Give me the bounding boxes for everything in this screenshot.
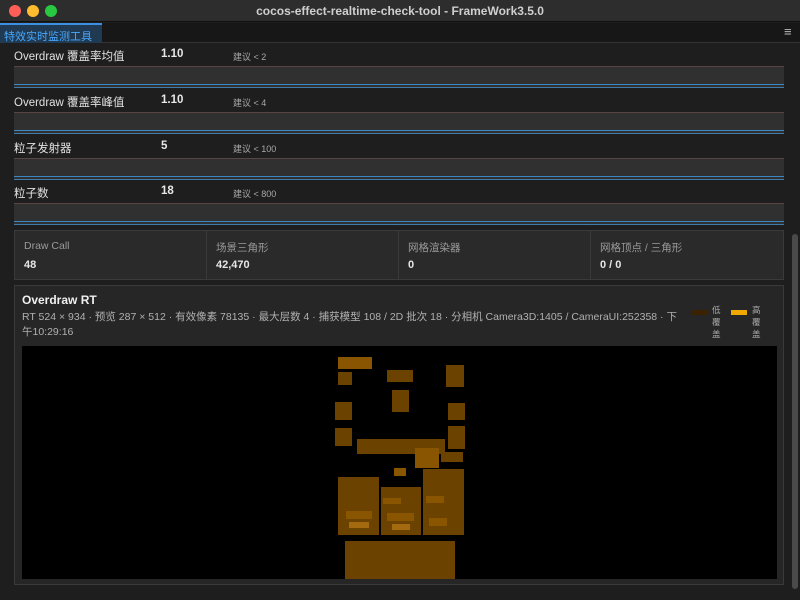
overdraw-block [392, 390, 409, 412]
overdraw-block [392, 524, 410, 530]
overdraw-block [448, 426, 465, 449]
tab-bar: 特效实时监测工具 ≡ [0, 23, 800, 43]
metric-overdraw-avg: Overdraw 覆盖率均值 1.10 建议 < 2 [14, 48, 784, 94]
overdraw-block [387, 513, 414, 521]
overdraw-block [394, 468, 406, 476]
metric-value: 1.10 [161, 48, 184, 60]
menu-icon[interactable]: ≡ [784, 25, 796, 39]
metric-value: 5 [161, 140, 168, 152]
metric-particle-count: 粒子数 18 建议 < 800 [14, 185, 784, 231]
stat-value: 0 [408, 259, 415, 271]
stat-mesh-renderers: 网格渲染器 0 [399, 231, 591, 279]
overdraw-block [338, 372, 352, 385]
metric-label: Overdraw 覆盖率峰值 [14, 97, 125, 109]
overdraw-rt-panel: Overdraw RT RT 524 × 934 · 预览 287 × 512 … [14, 285, 784, 585]
metric-label: Overdraw 覆盖率均值 [14, 51, 125, 63]
metric-hint: 建议 < 100 [233, 144, 277, 154]
overdraw-block [446, 365, 464, 387]
stat-draw-call: Draw Call 48 [15, 231, 207, 279]
overdraw-block [448, 403, 465, 420]
metric-overdraw-peak: Overdraw 覆盖率峰值 1.10 建议 < 4 [14, 94, 784, 140]
metric-hint: 建议 < 4 [233, 98, 267, 108]
stat-mesh-vertices: 网格顶点 / 三角形 0 / 0 [591, 231, 783, 279]
vertical-scrollbar[interactable] [792, 234, 798, 589]
legend-high-swatch [731, 310, 747, 315]
metric-graph [14, 158, 784, 180]
overdraw-block [387, 370, 413, 382]
overdraw-block [383, 498, 401, 504]
metric-hint: 建议 < 800 [233, 189, 277, 199]
legend-low-swatch [691, 310, 707, 315]
metric-graph [14, 66, 784, 88]
stat-label: 网格渲染器 [408, 242, 461, 254]
overdraw-block [441, 452, 463, 462]
overdraw-info: RT 524 × 934 · 预览 287 × 512 · 有效像素 78135… [22, 311, 677, 338]
overdraw-block [415, 448, 439, 468]
stat-scene-triangles: 场景三角形 42,470 [207, 231, 399, 279]
window-titlebar: cocos-effect-realtime-check-tool - Frame… [0, 0, 800, 22]
stat-value: 42,470 [216, 259, 250, 271]
metric-value: 1.10 [161, 94, 184, 106]
metric-label: 粒子发射器 [14, 143, 72, 155]
overdraw-block [335, 428, 352, 446]
metric-label: 粒子数 [14, 188, 49, 200]
overdraw-block [345, 541, 455, 579]
metric-hint: 建议 < 2 [233, 52, 267, 62]
stat-label: 场景三角形 [216, 242, 269, 254]
overdraw-title: Overdraw RT [22, 293, 97, 307]
window-title: cocos-effect-realtime-check-tool - Frame… [256, 4, 544, 18]
metric-graph [14, 112, 784, 134]
overdraw-block [335, 402, 352, 420]
stats-panel: Draw Call 48 场景三角形 42,470 网格渲染器 0 网格顶点 /… [14, 230, 784, 280]
overdraw-block [426, 496, 444, 503]
metric-value: 18 [161, 185, 174, 197]
legend-high-label: 高覆盖 [752, 305, 761, 339]
overdraw-block [349, 522, 369, 528]
stat-value: 0 / 0 [600, 259, 622, 271]
metric-particle-emitters: 粒子发射器 5 建议 < 100 [14, 140, 784, 186]
legend-low-label: 低覆盖 [712, 305, 721, 339]
overdraw-block [429, 518, 447, 526]
overdraw-preview-canvas [22, 346, 777, 579]
metric-graph [14, 203, 784, 225]
stat-label: 网格顶点 / 三角形 [600, 242, 683, 254]
stat-value: 48 [24, 259, 37, 271]
overdraw-block [346, 511, 372, 519]
tab-effect-monitor[interactable]: 特效实时监测工具 [0, 23, 102, 43]
stat-label: Draw Call [24, 240, 70, 252]
overdraw-block [338, 357, 372, 369]
